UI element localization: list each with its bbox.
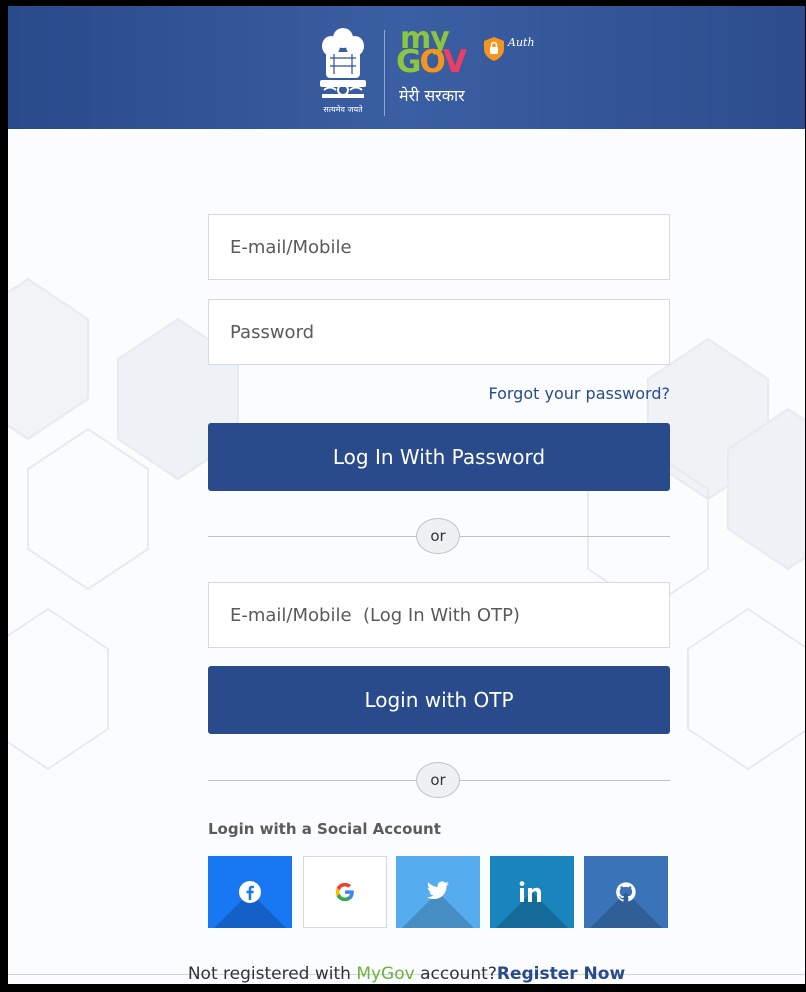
login-with-otp-button[interactable]: Login with OTP (208, 666, 670, 734)
facebook-icon (239, 881, 261, 903)
logo-gov-g: G (396, 44, 421, 80)
logo-tagline: मेरी सरकार (399, 86, 465, 105)
github-icon (616, 882, 636, 902)
otp-email-mobile-field[interactable] (208, 582, 670, 648)
twitter-icon (426, 881, 449, 900)
password-field[interactable] (208, 299, 670, 365)
login-with-password-button[interactable]: Log In With Password (208, 423, 670, 491)
emblem-caption: सत्यमेव जयते (323, 105, 363, 114)
facebook-login-button[interactable] (208, 856, 292, 928)
github-login-button[interactable] (584, 856, 668, 928)
linkedin-icon (519, 881, 541, 902)
logo-gov-o: O (419, 44, 444, 80)
or-separator: or (416, 762, 460, 798)
register-now-link[interactable]: Register Now (497, 964, 625, 984)
register-prompt-suffix: account? (414, 964, 497, 984)
login-page: सत्यमेव जयते my GOV Auth मेरी सरकार E-ma… (8, 6, 805, 984)
social-login-heading: Login with a Social Account (208, 820, 441, 838)
or-separator: or (416, 518, 460, 554)
email-mobile-field[interactable] (208, 214, 670, 280)
logo-gov-v: V (442, 44, 467, 80)
lock-shield-icon (484, 37, 504, 61)
linkedin-login-button[interactable] (490, 856, 574, 928)
forgot-password-link[interactable]: Forgot your password? (408, 384, 670, 403)
logo-auth: Auth (508, 36, 535, 49)
mygov-auth-logo: my GOV Auth मेरी सरकार (396, 24, 586, 114)
twitter-login-button[interactable] (396, 856, 480, 928)
register-prompt-text: Not registered with (187, 964, 357, 984)
header-divider (384, 30, 385, 116)
google-icon (335, 882, 354, 902)
header-bar: सत्यमेव जयते my GOV Auth मेरी सरकार (8, 6, 805, 129)
logo-gov: GOV (396, 42, 467, 82)
google-login-button[interactable] (303, 856, 387, 928)
mygov-brand-text: MyGov (356, 964, 415, 984)
register-prompt: Not registered with MyGov account?Regist… (8, 964, 805, 984)
